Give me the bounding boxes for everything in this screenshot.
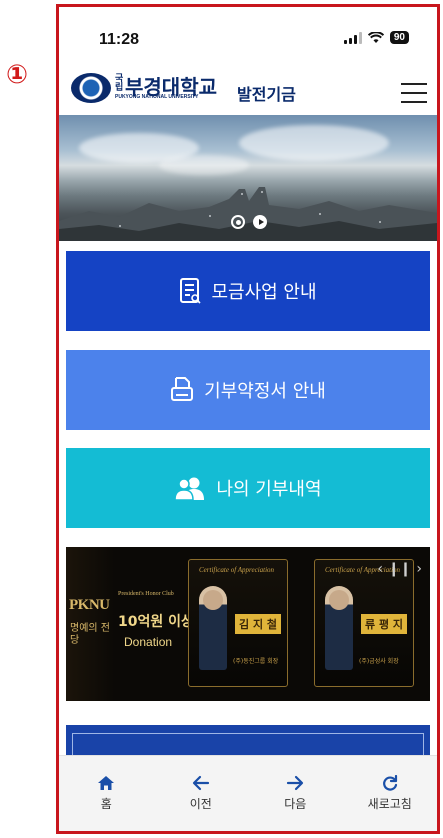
honor-donation: Donation xyxy=(124,635,173,649)
home-icon xyxy=(98,776,115,790)
arrow-right-icon xyxy=(287,775,304,791)
university-emblem-icon[interactable] xyxy=(71,73,111,103)
status-bar: 11:28 90 xyxy=(59,7,437,57)
hero-banner[interactable] xyxy=(59,115,437,241)
nav-back-label: 이전 xyxy=(189,797,212,811)
banner-controls xyxy=(231,215,267,229)
my-donations-button[interactable]: 나의 기부내역 xyxy=(66,448,430,528)
nav-home[interactable]: 홈 xyxy=(66,775,146,812)
nav-forward-label: 다음 xyxy=(284,797,307,811)
status-time: 11:28 xyxy=(99,31,140,48)
phone-frame: 11:28 90 국립 부경대학교 PUKYONG NATIONAL UNIVE… xyxy=(56,4,440,834)
fundraising-info-label: 모금사업 안내 xyxy=(211,282,317,303)
donor-photo xyxy=(199,586,227,670)
step-marker: ① xyxy=(6,60,29,90)
printer-icon xyxy=(171,377,194,401)
city-skyline-image xyxy=(59,187,437,241)
signal-icon xyxy=(343,31,362,44)
nav-refresh[interactable]: 새로고침 xyxy=(350,775,430,812)
bottom-navigation: 홈 이전 다음 새로고침 xyxy=(59,755,437,831)
banner-play-icon[interactable] xyxy=(253,215,267,229)
my-donations-label: 나의 기부내역 xyxy=(216,479,322,500)
hamburger-menu-icon[interactable] xyxy=(401,83,427,103)
honor-amount: 10억원 이상 xyxy=(118,614,194,630)
logo-subtitle: PUKYONG NATIONAL UNIVERSITY xyxy=(115,94,199,100)
users-icon xyxy=(174,477,205,500)
donor-role: (주)금성사 회장 xyxy=(359,658,399,665)
status-icons: 90 xyxy=(343,31,409,44)
wifi-icon xyxy=(367,31,384,43)
banner-indicator-icon[interactable] xyxy=(231,215,245,229)
donor-name: 김 지 철 xyxy=(235,614,282,634)
chevron-left-icon[interactable]: ‹ xyxy=(377,561,383,577)
nav-forward[interactable]: 다음 xyxy=(255,775,335,812)
honor-card: Certificate of Appreciation 김 지 철 (주)동진그… xyxy=(188,559,288,687)
document-list-icon xyxy=(180,278,202,304)
nav-home-label: 홈 xyxy=(100,797,112,811)
chevron-right-icon[interactable]: › xyxy=(416,561,422,577)
donor-role: (주)동진그룹 회장 xyxy=(233,658,279,665)
nav-refresh-label: 새로고침 xyxy=(367,797,412,811)
honor-card: Certificate of Appreciation 류 평 지 (주)금성사… xyxy=(314,559,414,687)
site-header: 국립 부경대학교 PUKYONG NATIONAL UNIVERSITY 발전기… xyxy=(59,65,437,115)
arrow-left-icon xyxy=(192,775,209,791)
pause-icon[interactable]: ❙❙ xyxy=(388,561,411,577)
honor-brand: PKNU xyxy=(69,597,110,613)
pledge-form-label: 기부약정서 안내 xyxy=(204,381,326,402)
logo-fund-label[interactable]: 발전기금 xyxy=(237,81,296,105)
refresh-icon xyxy=(382,775,397,791)
honor-title: 명예의 전당 xyxy=(70,623,110,646)
card-certificate-title: Certificate of Appreciation xyxy=(199,566,275,574)
screenshot-page: ① 11:28 90 국립 부경대학교 PUKYONG NATIONAL UNI… xyxy=(0,0,443,838)
donor-name: 류 평 지 xyxy=(361,614,408,634)
logo-small: 국립 xyxy=(115,74,124,93)
nav-back[interactable]: 이전 xyxy=(161,775,241,812)
honor-club-banner[interactable]: PKNU 명예의 전당 President's Honor Club 10억원 … xyxy=(66,547,430,701)
honor-club-name: President's Honor Club xyxy=(118,591,174,597)
battery-icon: 90 xyxy=(389,31,409,44)
fundraising-info-button[interactable]: 모금사업 안내 xyxy=(66,251,430,331)
donor-photo xyxy=(325,586,353,670)
pledge-form-button[interactable]: 기부약정서 안내 xyxy=(66,350,430,430)
honor-carousel-controls: ‹ ❙❙ › xyxy=(377,561,422,577)
